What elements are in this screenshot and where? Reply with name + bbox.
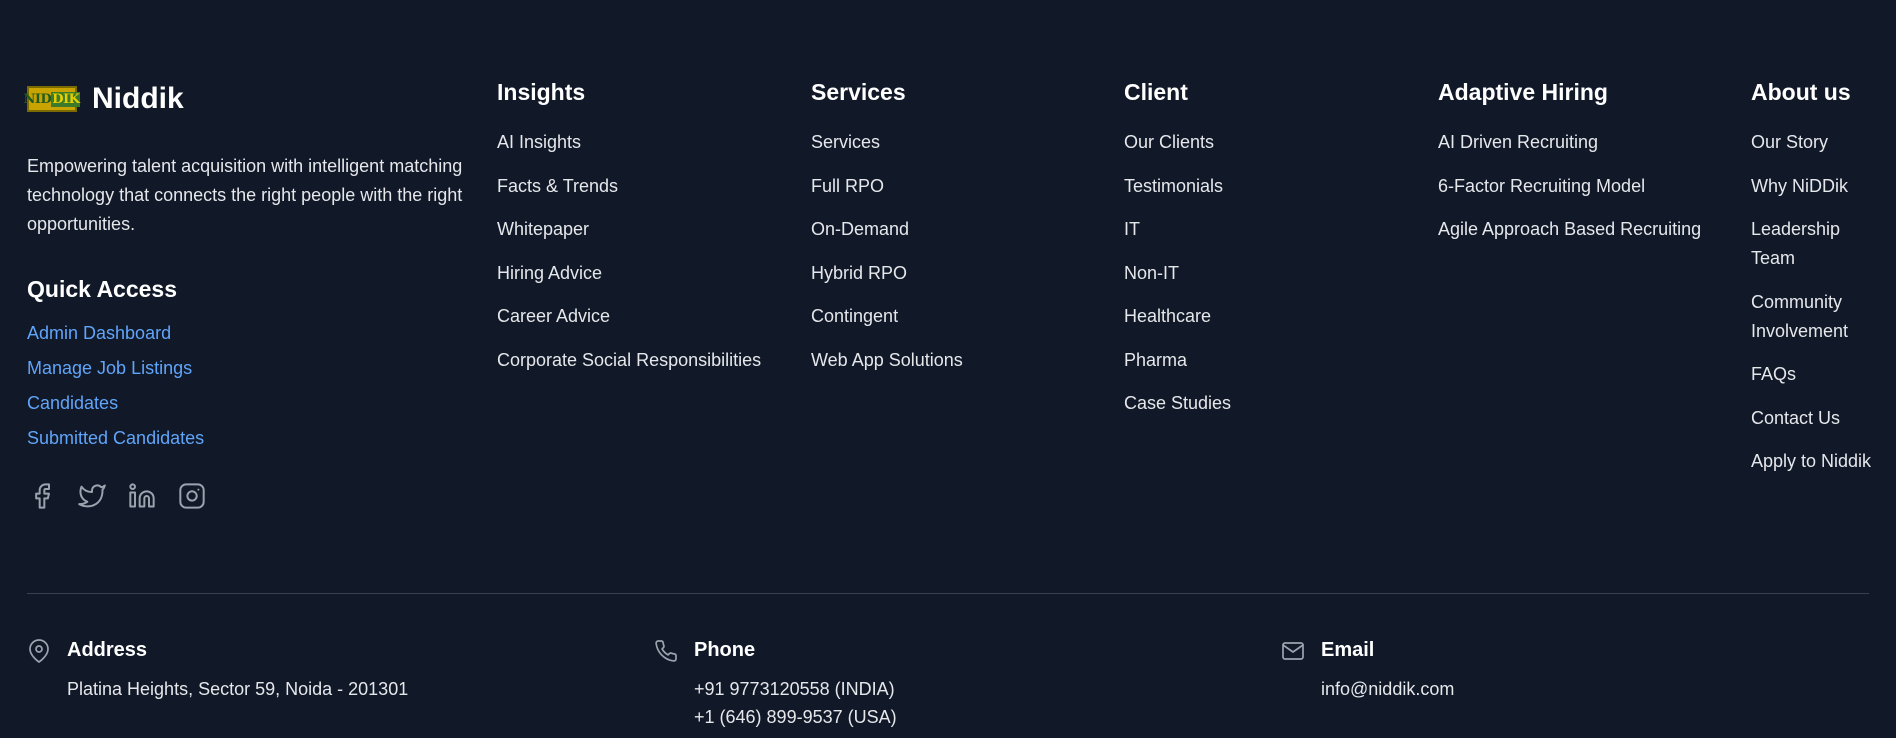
about-link[interactable]: Contact Us — [1751, 408, 1840, 428]
address-line: Platina Heights, Sector 59, Noida - 2013… — [67, 679, 409, 699]
contact-phone: Phone +91 9773120558 (INDIA) +1 (646) 89… — [654, 637, 897, 731]
adaptive-hiring-link[interactable]: Agile Approach Based Recruiting — [1438, 219, 1701, 239]
client-title: Client — [1124, 79, 1188, 105]
mail-icon — [1281, 639, 1309, 667]
about-link[interactable]: Apply to Niddik — [1751, 451, 1871, 471]
adaptive-hiring-link[interactable]: AI Driven Recruiting — [1438, 132, 1598, 152]
email-address[interactable]: info@niddik.com — [1321, 675, 1454, 703]
client-link[interactable]: Healthcare — [1124, 306, 1211, 326]
adaptive-hiring-title: Adaptive Hiring — [1438, 79, 1608, 105]
address-title: Address — [67, 639, 148, 661]
logo-mark: NID DIK — [23, 86, 81, 112]
about-link[interactable]: FAQs — [1751, 364, 1796, 384]
linkedin-icon[interactable] — [127, 481, 157, 511]
client-link[interactable]: IT — [1124, 219, 1140, 239]
about-list: Our Story Why NiDDik Leadership Team Com… — [1751, 128, 1886, 476]
instagram-icon[interactable] — [177, 481, 207, 511]
quick-link-admin-dashboard[interactable]: Admin Dashboard — [27, 323, 171, 343]
insights-link[interactable]: Facts & Trends — [497, 176, 618, 196]
contact-address: Address Platina Heights, Sector 59, Noid… — [27, 637, 408, 703]
quick-access-title: Quick Access — [27, 276, 178, 302]
adaptive-hiring-list: AI Driven Recruiting 6-Factor Recruiting… — [1438, 128, 1738, 244]
email-title: Email — [1321, 639, 1375, 661]
insights-link[interactable]: Corporate Social Responsibilities — [497, 350, 761, 370]
services-title: Services — [811, 79, 906, 105]
about-link[interactable]: Our Story — [1751, 132, 1828, 152]
brand-column: NID DIK Niddik Empowering talent acquisit… — [23, 78, 467, 511]
twitter-icon[interactable] — [77, 481, 107, 511]
services-link[interactable]: Full RPO — [811, 176, 884, 196]
quick-link-submitted-candidates[interactable]: Submitted Candidates — [27, 428, 204, 448]
quick-access-list: Admin Dashboard Manage Job Listings Cand… — [27, 316, 467, 456]
client-link[interactable]: Pharma — [1124, 350, 1187, 370]
services-list: Services Full RPO On-Demand Hybrid RPO C… — [811, 128, 1101, 375]
services-column: Services Services Full RPO On-Demand Hyb… — [811, 78, 1101, 389]
contact-email: Email info@niddik.com — [1281, 637, 1454, 703]
client-link[interactable]: Non-IT — [1124, 263, 1179, 283]
footer-divider — [27, 593, 1869, 594]
about-link[interactable]: Leadership Team — [1751, 219, 1840, 268]
phone-usa[interactable]: +1 (646) 899-9537 (USA) — [694, 703, 897, 731]
phone-icon — [654, 639, 682, 667]
social-links — [27, 481, 467, 511]
logo-text-left: NID — [23, 91, 52, 107]
insights-title: Insights — [497, 79, 586, 105]
insights-column: Insights AI Insights Facts & Trends Whit… — [497, 78, 787, 389]
brand-name: Niddik — [92, 82, 184, 115]
logo-text-right: DIK — [51, 91, 81, 107]
about-link[interactable]: Why NiDDik — [1751, 176, 1848, 196]
insights-link[interactable]: Hiring Advice — [497, 263, 602, 283]
services-link[interactable]: Services — [811, 132, 880, 152]
services-link[interactable]: Hybrid RPO — [811, 263, 907, 283]
adaptive-hiring-column: Adaptive Hiring AI Driven Recruiting 6-F… — [1438, 78, 1738, 259]
insights-link[interactable]: Whitepaper — [497, 219, 589, 239]
phone-title: Phone — [694, 639, 756, 661]
client-column: Client Our Clients Testimonials IT Non-I… — [1124, 78, 1414, 433]
client-link[interactable]: Case Studies — [1124, 393, 1231, 413]
services-link[interactable]: Contingent — [811, 306, 898, 326]
about-title: About us — [1751, 79, 1851, 105]
map-pin-icon — [27, 639, 55, 667]
brand-tagline: Empowering talent acquisition with intel… — [27, 156, 463, 234]
facebook-icon[interactable] — [27, 481, 57, 511]
phone-india[interactable]: +91 9773120558 (INDIA) — [694, 675, 897, 703]
about-column: About us Our Story Why NiDDik Leadership… — [1751, 78, 1886, 491]
adaptive-hiring-link[interactable]: 6-Factor Recruiting Model — [1438, 176, 1645, 196]
services-link[interactable]: On-Demand — [811, 219, 909, 239]
insights-link[interactable]: Career Advice — [497, 306, 610, 326]
client-list: Our Clients Testimonials IT Non-IT Healt… — [1124, 128, 1414, 418]
insights-list: AI Insights Facts & Trends Whitepaper Hi… — [497, 128, 787, 375]
client-link[interactable]: Testimonials — [1124, 176, 1223, 196]
site-footer: NID DIK Niddik Empowering talent acquisit… — [0, 0, 1896, 738]
insights-link[interactable]: AI Insights — [497, 132, 581, 152]
services-link[interactable]: Web App Solutions — [811, 350, 963, 370]
brand-logo[interactable]: NID DIK Niddik — [23, 78, 467, 120]
quick-link-candidates[interactable]: Candidates — [27, 393, 118, 413]
about-link[interactable]: Community Involvement — [1751, 292, 1848, 341]
quick-link-manage-job-listings[interactable]: Manage Job Listings — [27, 358, 192, 378]
client-link[interactable]: Our Clients — [1124, 132, 1214, 152]
